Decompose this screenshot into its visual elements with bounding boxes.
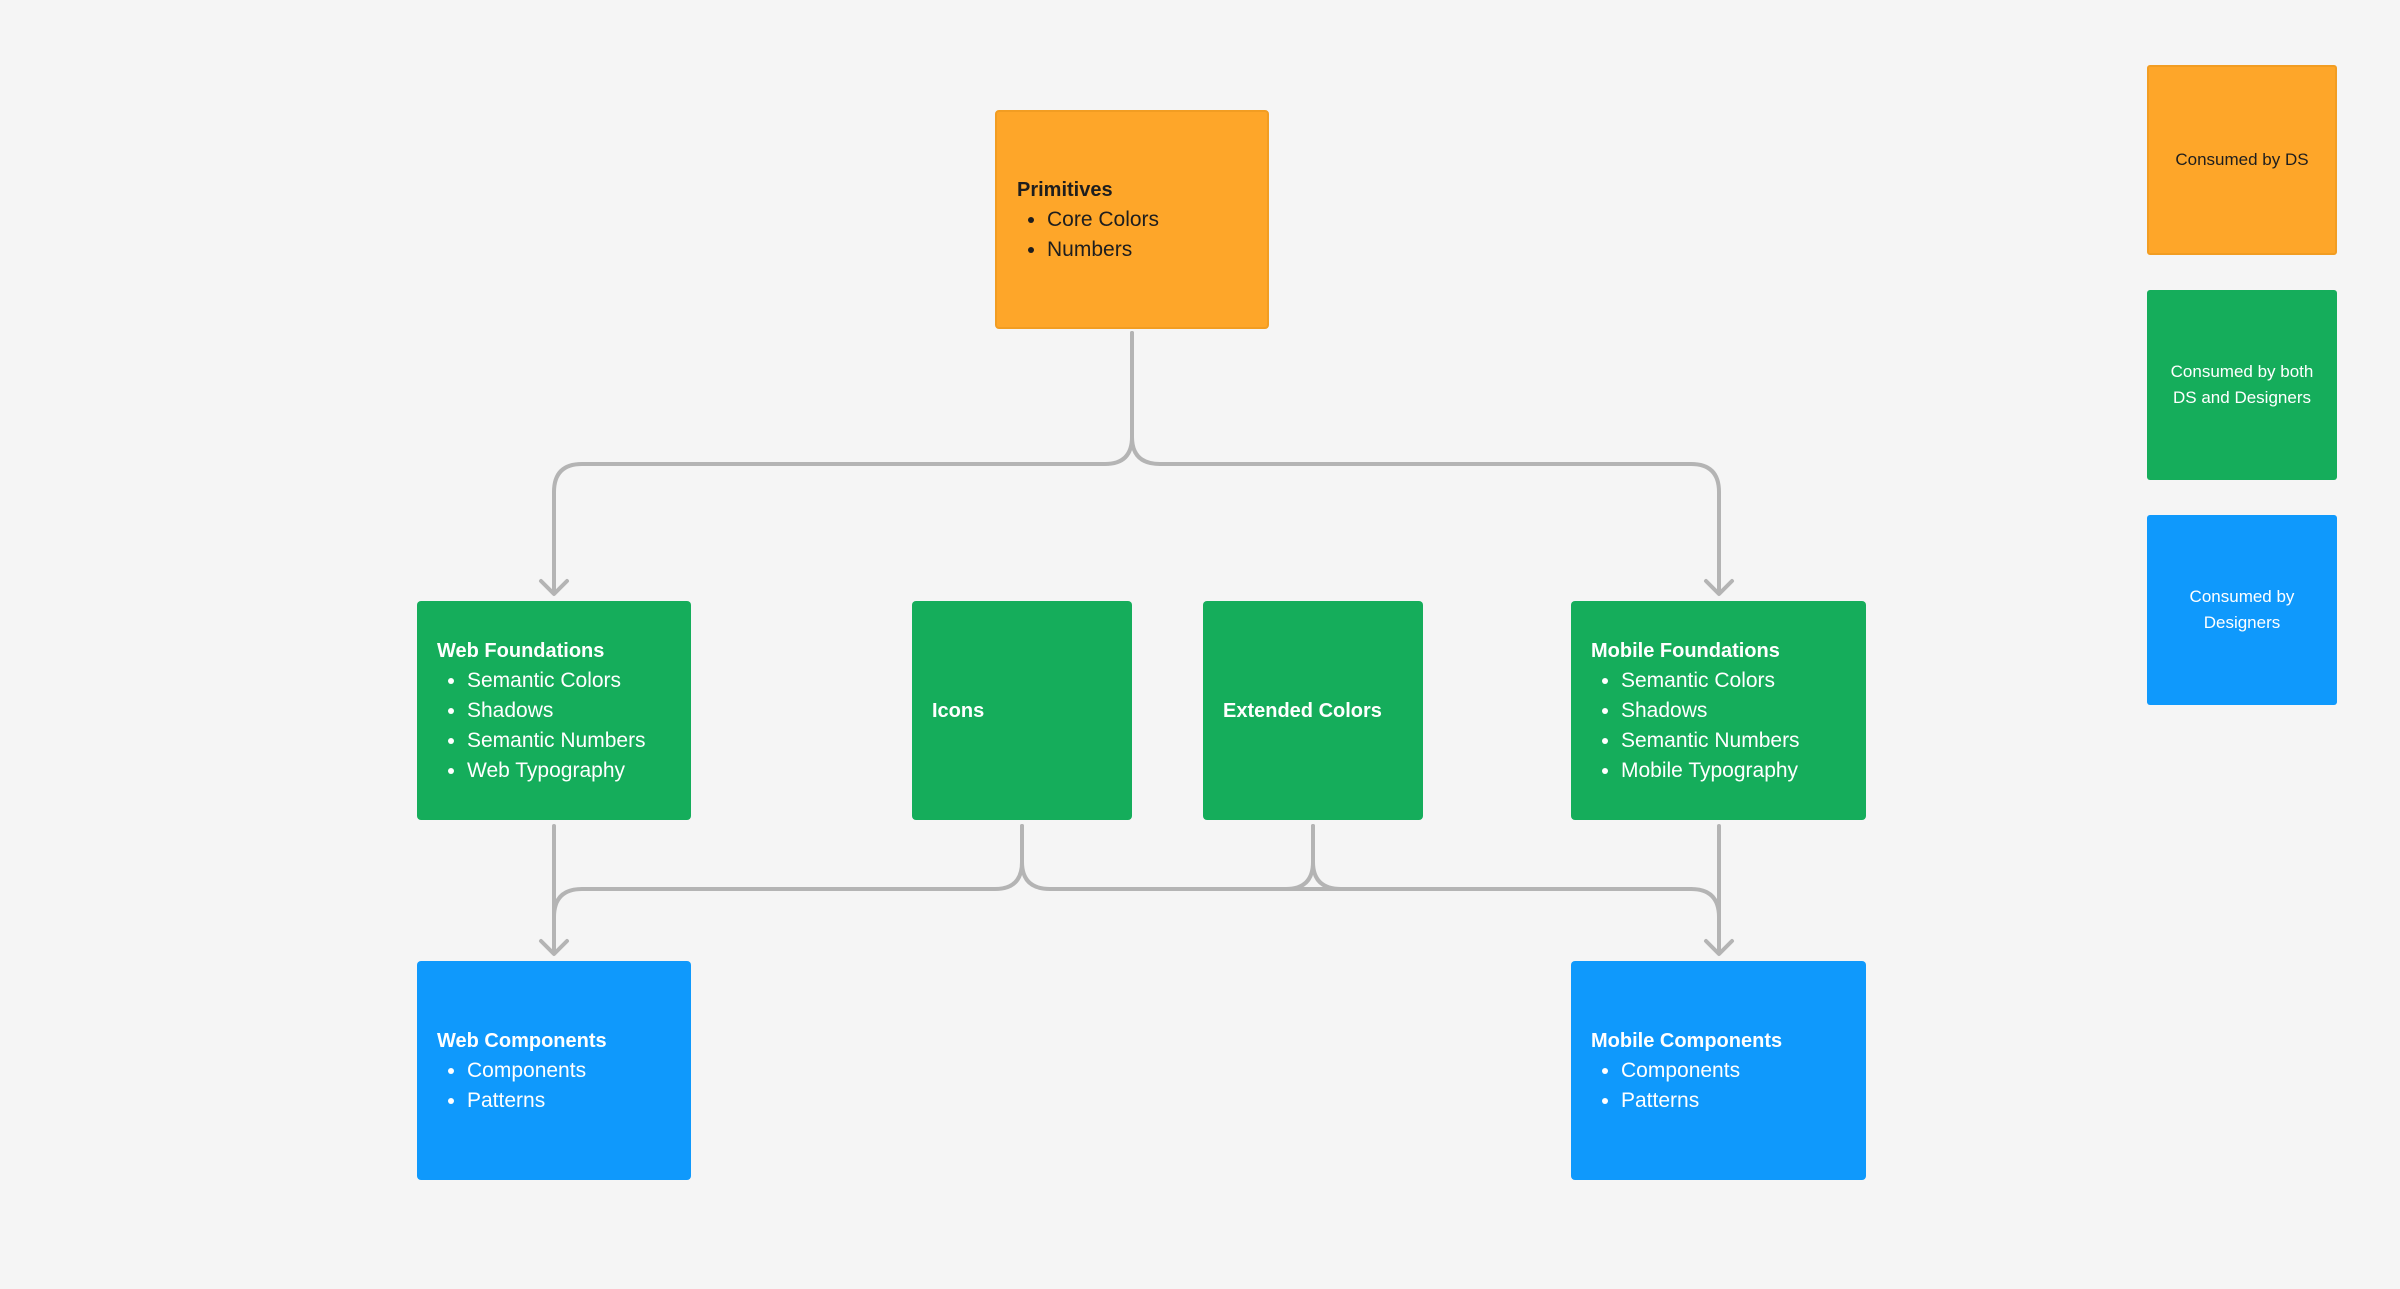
node-item: Mobile Typography <box>1621 756 1846 786</box>
node-item-list: Semantic Colors Shadows Semantic Numbers… <box>437 666 671 786</box>
node-title: Web Foundations <box>437 639 605 662</box>
node-icons[interactable]: Icons <box>912 601 1132 820</box>
node-item: Semantic Numbers <box>467 726 671 756</box>
connector-primitives-to-mobile-foundations <box>1130 331 1721 595</box>
node-item: Core Colors <box>1047 205 1247 235</box>
node-primitives[interactable]: Primitives Core Colors Numbers <box>995 110 1269 329</box>
node-item-list: Core Colors Numbers <box>1017 205 1247 265</box>
legend-label: Consumed by DS <box>2175 150 2309 169</box>
node-title: Primitives <box>1017 178 1113 201</box>
node-title: Extended Colors <box>1223 699 1382 722</box>
connector-extended-colors-to-mobile-components <box>1311 824 1693 891</box>
legend-label: Consumed by Designers <box>2189 587 2295 632</box>
node-title: Mobile Foundations <box>1591 639 1780 662</box>
node-mobile-foundations[interactable]: Mobile Foundations Semantic Colors Shado… <box>1571 601 1866 820</box>
connector-primitives-to-web-foundations <box>552 331 1134 595</box>
legend-consumed-by-ds: Consumed by DS <box>2147 65 2337 255</box>
node-web-foundations[interactable]: Web Foundations Semantic Colors Shadows … <box>417 601 691 820</box>
node-item: Patterns <box>1621 1086 1846 1116</box>
node-item: Shadows <box>467 696 671 726</box>
legend-consumed-by-both: Consumed by both DS and Designers <box>2147 290 2337 480</box>
node-item: Components <box>467 1056 671 1086</box>
diagram-canvas: Primitives Core Colors Numbers Web Found… <box>0 0 2400 1289</box>
connector-icons-to-web-components <box>552 824 1024 919</box>
node-item: Semantic Colors <box>467 666 671 696</box>
legend-consumed-by-designers: Consumed by Designers <box>2147 515 2337 705</box>
node-title: Web Components <box>437 1029 607 1052</box>
node-item: Patterns <box>467 1086 671 1116</box>
node-item: Semantic Numbers <box>1621 726 1846 756</box>
node-title: Icons <box>932 699 985 722</box>
node-mobile-components[interactable]: Mobile Components Components Patterns <box>1571 961 1866 1180</box>
legend-label: Consumed by both DS and Designers <box>2170 362 2314 407</box>
node-title: Mobile Components <box>1591 1029 1783 1052</box>
node-extended-colors[interactable]: Extended Colors <box>1203 601 1423 820</box>
connector-extended-colors-to-web-components <box>1048 824 1315 891</box>
node-web-components[interactable]: Web Components Components Patterns <box>417 961 691 1180</box>
node-item: Web Typography <box>467 756 671 786</box>
node-item-list: Components Patterns <box>1591 1056 1846 1116</box>
node-item-list: Semantic Colors Shadows Semantic Numbers… <box>1591 666 1846 786</box>
node-item-list: Components Patterns <box>437 1056 671 1116</box>
node-item: Semantic Colors <box>1621 666 1846 696</box>
connector-icons-to-mobile-components <box>1020 824 1721 919</box>
node-item: Numbers <box>1047 235 1247 265</box>
node-item: Shadows <box>1621 696 1846 726</box>
node-item: Components <box>1621 1056 1846 1086</box>
